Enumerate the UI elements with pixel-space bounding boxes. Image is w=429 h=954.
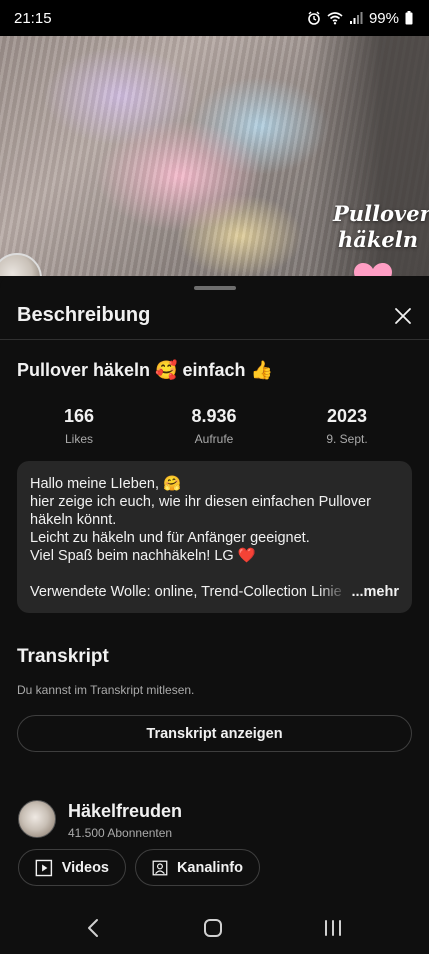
- stat-value: 166: [63, 406, 95, 426]
- recent-apps-icon[interactable]: [323, 917, 343, 939]
- stat-date: 2023 9. Sept.: [292, 406, 402, 446]
- transcript-title: Transkript: [17, 646, 109, 667]
- thumbnail-text-line2: häkeln: [337, 227, 419, 252]
- stat-likes: 166 Likes: [24, 406, 134, 446]
- wifi-icon: [327, 12, 343, 25]
- stat-views: 8.936 Aufrufe: [159, 406, 269, 446]
- status-bar: 21:15 99%: [0, 0, 429, 36]
- status-time: 21:15: [14, 9, 52, 27]
- drag-handle[interactable]: [194, 286, 236, 290]
- show-transcript-button[interactable]: Transkript anzeigen: [17, 715, 412, 752]
- heart-icon: [354, 263, 392, 276]
- videos-button[interactable]: Videos: [18, 849, 126, 886]
- home-icon[interactable]: [202, 917, 224, 939]
- navigation-bar: [0, 905, 429, 954]
- person-icon: [152, 860, 168, 875]
- video-stats: 166 Likes 8.936 Aufrufe 2023 9. Sept.: [0, 406, 429, 450]
- stat-label: Aufrufe: [194, 432, 234, 446]
- video-player[interactable]: Pullover häkeln: [0, 36, 429, 276]
- close-icon[interactable]: [391, 304, 415, 328]
- play-icon: [35, 859, 53, 876]
- back-icon[interactable]: [84, 917, 102, 939]
- sheet-header: Beschreibung: [0, 296, 429, 340]
- description-box[interactable]: Hallo meine LIeben, 🤗 hier zeige ich euc…: [17, 461, 412, 613]
- stat-value: 2023: [326, 406, 368, 426]
- sheet-title: Beschreibung: [17, 304, 151, 326]
- thumbnail-text-line1: Pullover: [333, 201, 429, 226]
- stat-label: 9. Sept.: [326, 432, 368, 446]
- signal-icon: [349, 12, 363, 24]
- description-line: Leicht zu häkeln und für Anfänger geeign…: [30, 530, 310, 546]
- description-line: häkeln könnt.: [30, 512, 117, 528]
- stat-value: 8.936: [191, 406, 237, 426]
- battery-percent: 99%: [368, 9, 399, 27]
- channel-info-button[interactable]: Kanalinfo: [135, 849, 260, 886]
- more-link[interactable]: ...mehr: [351, 583, 399, 601]
- stat-label: Likes: [64, 432, 93, 446]
- description-line: hier zeige ich euch, wie ihr diesen einf…: [30, 494, 371, 510]
- video-title: Pullover häkeln 🥰 einfach 👍: [17, 360, 273, 380]
- alarm-icon: [308, 11, 320, 25]
- videos-label: Videos: [61, 859, 109, 876]
- thumbnail-overlay-text: Pullover häkeln: [333, 201, 429, 253]
- transcript-subtitle: Du kannst im Transkript mitlesen.: [17, 683, 195, 697]
- description-sheet: Beschreibung Pullover häkeln 🥰 einfach 👍…: [0, 276, 429, 954]
- battery-icon: [405, 11, 413, 25]
- channel-info-label: Kanalinfo: [176, 859, 243, 876]
- description-line: Viel Spaß beim nachhäkeln! LG ❤️: [30, 548, 256, 564]
- description-line: Verwendete Wolle: online, Trend-Collecti…: [30, 584, 342, 600]
- channel-subscribers: 41.500 Abonnenten: [68, 826, 173, 840]
- channel-name[interactable]: Häkelfreuden: [68, 801, 182, 822]
- description-line: Hallo meine LIeben, 🤗: [30, 476, 182, 492]
- description-truncated-line: Verwendete Wolle: online, Trend-Collecti…: [30, 583, 399, 601]
- channel-avatar[interactable]: [18, 800, 56, 838]
- status-icons: 99%: [307, 10, 413, 27]
